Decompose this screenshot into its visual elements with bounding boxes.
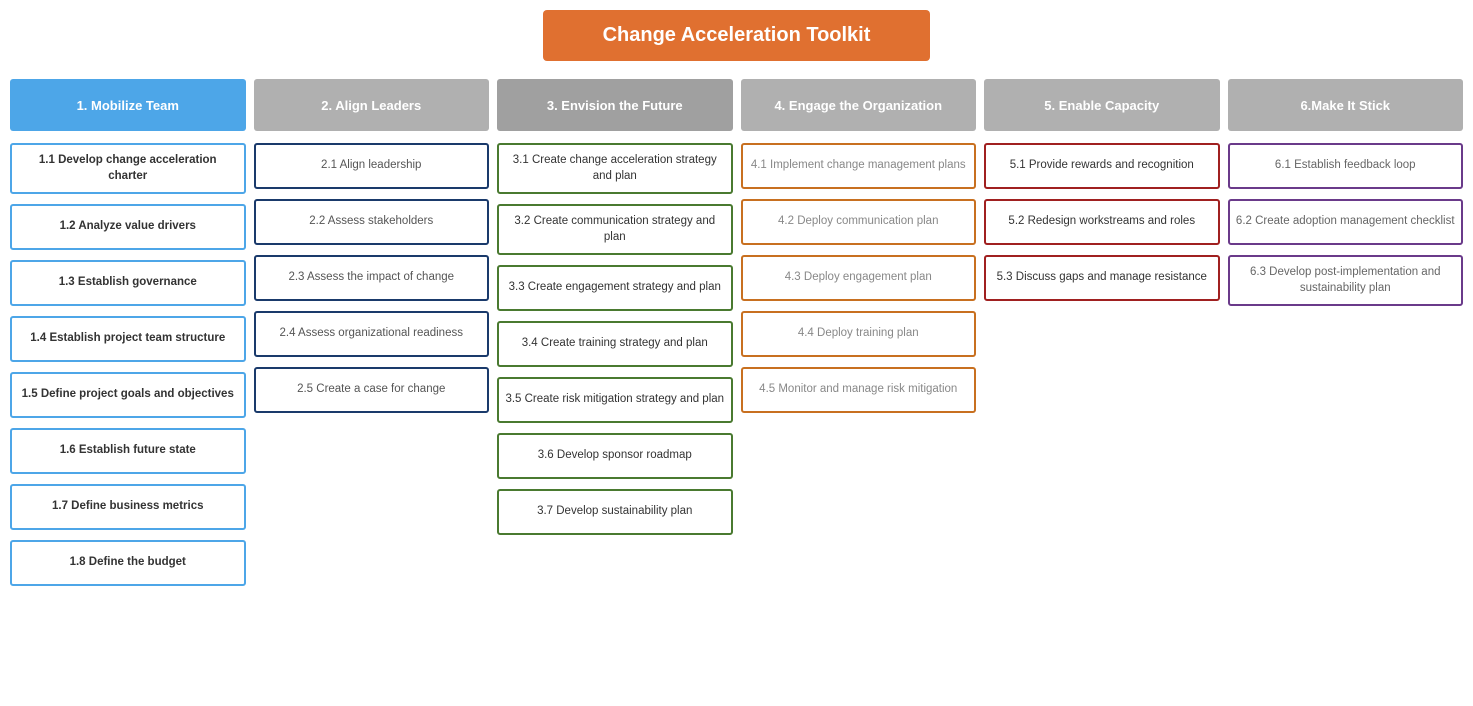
card-col2-3[interactable]: 2.4 Assess organizational readiness (254, 311, 490, 357)
card-col1-1[interactable]: 1.2 Analyze value drivers (10, 204, 246, 250)
column-col3: 3. Envision the Future 3.1 Create change … (497, 79, 733, 545)
col-header-col3: 3. Envision the Future (497, 79, 733, 131)
card-col6-0[interactable]: 6.1 Establish feedback loop (1228, 143, 1464, 189)
col-header-col4: 4. Engage the Organization (741, 79, 977, 131)
column-col1: 1. Mobilize Team 1.1 Develop change accel… (10, 79, 246, 596)
card-col2-4[interactable]: 2.5 Create a case for change (254, 367, 490, 413)
card-col3-6[interactable]: 3.7 Develop sustainability plan (497, 489, 733, 535)
card-col2-1[interactable]: 2.2 Assess stakeholders (254, 199, 490, 245)
card-col1-6[interactable]: 1.7 Define business metrics (10, 484, 246, 530)
card-col1-7[interactable]: 1.8 Define the budget (10, 540, 246, 586)
page-container: Change Acceleration Toolkit 1. Mobilize … (0, 0, 1473, 606)
column-col6: 6.Make It Stick 6.1 Establish feedback lo… (1228, 79, 1464, 316)
card-col3-0[interactable]: 3.1 Create change acceleration strategy … (497, 143, 733, 194)
column-col5: 5. Enable Capacity 5.1 Provide rewards an… (984, 79, 1220, 311)
card-col1-5[interactable]: 1.6 Establish future state (10, 428, 246, 474)
card-col6-2[interactable]: 6.3 Develop post-implementation and sust… (1228, 255, 1464, 306)
card-col4-3[interactable]: 4.4 Deploy training plan (741, 311, 977, 357)
card-col4-1[interactable]: 4.2 Deploy communication plan (741, 199, 977, 245)
col-header-col1: 1. Mobilize Team (10, 79, 246, 131)
card-col1-4[interactable]: 1.5 Define project goals and objectives (10, 372, 246, 418)
card-col3-3[interactable]: 3.4 Create training strategy and plan (497, 321, 733, 367)
main-title: Change Acceleration Toolkit (543, 10, 931, 61)
col-header-col2: 2. Align Leaders (254, 79, 490, 131)
title-bar: Change Acceleration Toolkit (10, 10, 1463, 61)
card-col4-4[interactable]: 4.5 Monitor and manage risk mitigation (741, 367, 977, 413)
card-col3-2[interactable]: 3.3 Create engagement strategy and plan (497, 265, 733, 311)
card-col3-4[interactable]: 3.5 Create risk mitigation strategy and … (497, 377, 733, 423)
card-col6-1[interactable]: 6.2 Create adoption management checklist (1228, 199, 1464, 245)
card-col1-3[interactable]: 1.4 Establish project team structure (10, 316, 246, 362)
card-col4-0[interactable]: 4.1 Implement change management plans (741, 143, 977, 189)
card-col5-0[interactable]: 5.1 Provide rewards and recognition (984, 143, 1220, 189)
card-col4-2[interactable]: 4.3 Deploy engagement plan (741, 255, 977, 301)
card-col1-0[interactable]: 1.1 Develop change acceleration charter (10, 143, 246, 194)
card-col3-1[interactable]: 3.2 Create communication strategy and pl… (497, 204, 733, 255)
card-col5-1[interactable]: 5.2 Redesign workstreams and roles (984, 199, 1220, 245)
card-col2-2[interactable]: 2.3 Assess the impact of change (254, 255, 490, 301)
card-col3-5[interactable]: 3.6 Develop sponsor roadmap (497, 433, 733, 479)
col-header-col5: 5. Enable Capacity (984, 79, 1220, 131)
column-col2: 2. Align Leaders 2.1 Align leadership 2.2 … (254, 79, 490, 423)
card-col2-0[interactable]: 2.1 Align leadership (254, 143, 490, 189)
card-col1-2[interactable]: 1.3 Establish governance (10, 260, 246, 306)
columns-wrapper: 1. Mobilize Team 1.1 Develop change accel… (10, 79, 1463, 596)
col-header-col6: 6.Make It Stick (1228, 79, 1464, 131)
column-col4: 4. Engage the Organization 4.1 Implement … (741, 79, 977, 423)
card-col5-2[interactable]: 5.3 Discuss gaps and manage resistance (984, 255, 1220, 301)
